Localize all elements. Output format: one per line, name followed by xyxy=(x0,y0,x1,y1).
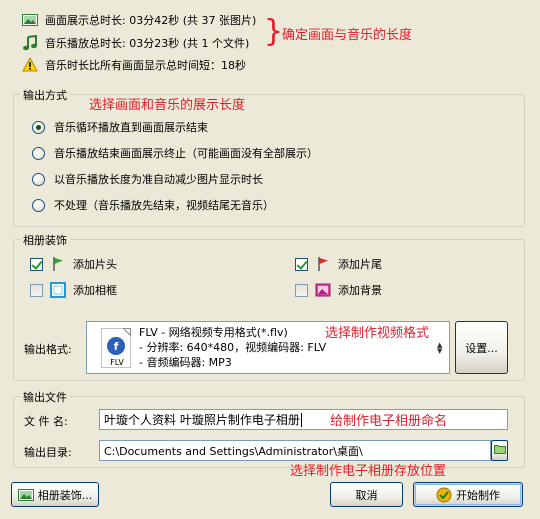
picture-icon xyxy=(22,12,38,28)
spin-arrows-icon[interactable]: ▲ ▼ xyxy=(437,342,447,355)
checkbox[interactable] xyxy=(295,257,308,271)
image-duration-text: 画面展示总时长: 03分42秒 (共 37 张图片) xyxy=(45,14,257,27)
checkbox[interactable] xyxy=(295,283,308,297)
output-option-none[interactable]: 不处理（音乐播放先结束，视频结尾无音乐） xyxy=(32,197,274,213)
output-option-stop[interactable]: 音乐播放结束画面展示终止（可能画面没有全部展示） xyxy=(32,145,318,161)
decor-intro-checkbox-row[interactable]: 添加片头 xyxy=(30,256,117,272)
annotation-choose-format: 选择制作视频格式 xyxy=(325,326,430,341)
output-format-label: 输出格式: xyxy=(24,343,72,356)
radio-button[interactable] xyxy=(32,198,45,212)
format-line-audio: - 音频编码器: MP3 xyxy=(139,356,232,369)
output-option-loop[interactable]: 音乐循环播放直到画面展示结束 xyxy=(32,119,208,135)
checkbox[interactable] xyxy=(30,283,43,297)
settings-button[interactable]: 设置... xyxy=(455,321,508,374)
warning-row: 音乐时长比所有画面显示总时间短：18秒 xyxy=(22,56,246,73)
radio-button[interactable] xyxy=(32,120,45,134)
output-option-label: 不处理（音乐播放先结束，视频结尾无音乐） xyxy=(54,199,274,212)
annotation-choose-location: 选择制作电子相册存放位置 xyxy=(290,464,447,479)
start-button-label: 开始制作 xyxy=(456,488,500,502)
decor-outro-label: 添加片尾 xyxy=(338,258,382,271)
decor-intro-label: 添加片头 xyxy=(73,258,117,271)
annotation-name-album: 给制作电子相册命名 xyxy=(330,414,448,429)
text-cursor xyxy=(300,412,302,427)
format-line-title: FLV - 网络视频专用格式(*.flv) xyxy=(139,326,288,339)
output-option-label: 音乐播放结束画面展示终止（可能画面没有全部展示） xyxy=(54,147,318,160)
decor-background-label: 添加背景 xyxy=(338,284,382,297)
decoration-title: 相册装饰 xyxy=(20,232,70,248)
folder-icon xyxy=(493,444,506,457)
output-dir-value: C:\Documents and Settings\Administrator\… xyxy=(104,444,363,458)
red-flag-icon xyxy=(315,256,331,272)
warning-text: 音乐时长比所有画面显示总时间短：18秒 xyxy=(45,59,246,72)
radio-button[interactable] xyxy=(32,172,45,186)
album-decor-label: 相册装饰... xyxy=(37,488,93,502)
album-decor-button[interactable]: 相册装饰... xyxy=(11,482,99,507)
browse-folder-button[interactable] xyxy=(491,440,508,461)
music-duration-row: 音乐播放总时长: 03分23秒 (共 1 个文件) xyxy=(22,34,250,51)
output-dir-input[interactable]: C:\Documents and Settings\Administrator\… xyxy=(99,440,491,461)
output-option-auto[interactable]: 以音乐播放长度为准自动减少图片显示时长 xyxy=(32,171,263,187)
cancel-button[interactable]: 取消 xyxy=(330,482,403,507)
flv-icon-text: FLV xyxy=(110,358,124,367)
filename-label: 文 件 名: xyxy=(24,415,68,428)
output-option-label: 音乐循环播放直到画面展示结束 xyxy=(54,121,208,134)
format-line-video: - 分辨率: 640*480，视频编码器: FLV xyxy=(139,341,327,354)
music-note-icon xyxy=(22,34,38,51)
start-button[interactable]: 开始制作 xyxy=(413,482,523,507)
checkbox[interactable] xyxy=(30,257,43,271)
output-option-label: 以音乐播放长度为准自动减少图片显示时长 xyxy=(54,173,263,186)
warning-icon xyxy=(22,56,38,73)
start-make-icon xyxy=(436,487,452,503)
background-image-icon xyxy=(315,282,331,298)
format-description: FLV - 网络视频专用格式(*.flv) - 分辨率: 640*480，视频编… xyxy=(139,325,326,370)
radio-button[interactable] xyxy=(32,146,45,160)
annotation-choose-length: 选择画面和音乐的展示长度 xyxy=(89,98,246,113)
frame-icon xyxy=(50,282,66,298)
output-mode-title: 输出方式 xyxy=(20,87,70,103)
flv-file-icon: f FLV xyxy=(101,328,131,368)
decor-background-checkbox-row[interactable]: 添加背景 xyxy=(295,282,382,298)
filename-value: 叶璇个人资料 叶璇照片制作电子相册 xyxy=(104,413,300,427)
annotation-confirm-length: 确定画面与音乐的长度 xyxy=(282,28,413,43)
annotation-brace: } xyxy=(264,14,284,49)
output-dir-label: 输出目录: xyxy=(24,446,72,459)
image-duration-row: 画面展示总时长: 03分42秒 (共 37 张图片) xyxy=(22,12,256,28)
output-file-title: 输出文件 xyxy=(20,389,70,405)
decor-frame-checkbox-row[interactable]: 添加相框 xyxy=(30,282,117,298)
music-duration-text: 音乐播放总时长: 03分23秒 (共 1 个文件) xyxy=(45,37,250,50)
decor-frame-label: 添加相框 xyxy=(73,284,117,297)
picture-icon xyxy=(17,487,34,503)
decor-outro-checkbox-row[interactable]: 添加片尾 xyxy=(295,256,382,272)
svg-text:f: f xyxy=(114,340,119,353)
green-flag-icon xyxy=(50,256,66,272)
